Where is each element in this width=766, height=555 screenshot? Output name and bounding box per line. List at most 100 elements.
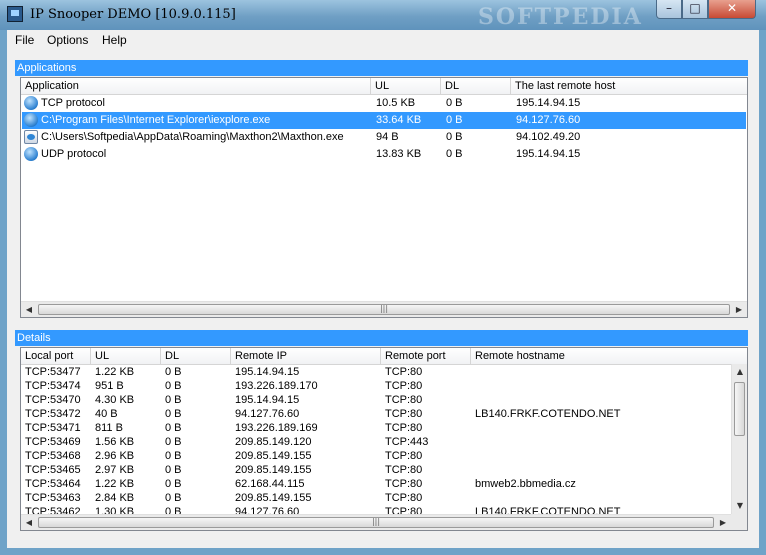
details-vertical-scrollbar[interactable]: ▲ ▼: [731, 364, 747, 514]
details-cell-remote-port: TCP:80: [385, 422, 423, 434]
details-cell-dl: 0 B: [165, 492, 182, 504]
column-local-port[interactable]: Local port: [21, 348, 91, 364]
application-row[interactable]: TCP protocol 10.5 KB 0 B 195.14.94.15: [22, 95, 746, 112]
details-cell-local-port: TCP:53471: [25, 422, 81, 434]
column-remote-hostname[interactable]: Remote hostname: [471, 348, 747, 364]
menu-file[interactable]: File: [15, 33, 34, 47]
details-row[interactable]: TCP:53477 1.22 KB 0 B 195.14.94.15 TCP:80: [22, 365, 730, 379]
globe-icon: [24, 147, 38, 161]
details-cell-remote-port: TCP:80: [385, 478, 423, 490]
details-cell-ul: 951 B: [95, 380, 124, 392]
application-cell-app: C:\Program Files\Internet Explorer\iexpl…: [41, 114, 271, 126]
details-row[interactable]: TCP:53471 811 B 0 B 193.226.189.169 TCP:80: [22, 421, 730, 435]
internet-explorer-icon: [24, 113, 38, 127]
application-row[interactable]: UDP protocol 13.83 KB 0 B 195.14.94.15: [22, 146, 746, 163]
app-icon[interactable]: [7, 6, 23, 22]
application-cell-dl: 0 B: [446, 114, 463, 126]
details-scroll-thumb[interactable]: |||: [38, 517, 714, 528]
details-cell-local-port: TCP:53477: [25, 366, 81, 378]
details-cell-dl: 0 B: [165, 366, 182, 378]
details-row[interactable]: TCP:53465 2.97 KB 0 B 209.85.149.155 TCP:80: [22, 463, 730, 477]
application-cell-dl: 0 B: [446, 131, 463, 143]
details-cell-ul: 4.30 KB: [95, 394, 135, 406]
column-dl[interactable]: DL: [161, 348, 231, 364]
details-list[interactable]: Local port UL DL Remote IP Remote port R…: [20, 347, 748, 531]
menu-options[interactable]: Options: [47, 33, 88, 47]
column-remote-port[interactable]: Remote port: [381, 348, 471, 364]
details-cell-dl: 0 B: [165, 394, 182, 406]
details-cell-remote-port: TCP:80: [385, 464, 423, 476]
column-ul[interactable]: UL: [91, 348, 161, 364]
details-cell-dl: 0 B: [165, 408, 182, 420]
details-cell-remote-port: TCP:80: [385, 408, 423, 420]
details-vscroll-thumb[interactable]: [734, 382, 745, 436]
details-horizontal-scrollbar[interactable]: ◀ ||| ▶: [21, 514, 731, 530]
details-cell-dl: 0 B: [165, 436, 182, 448]
details-cell-remote-ip: 209.85.149.155: [235, 450, 312, 462]
application-cell-ul: 13.83 KB: [376, 148, 422, 160]
details-cell-ul: 1.22 KB: [95, 366, 135, 378]
application-row[interactable]: C:\Users\Softpedia\AppData\Roaming\Maxth…: [22, 129, 746, 146]
details-cell-local-port: TCP:53472: [25, 408, 81, 420]
details-row[interactable]: TCP:53472 40 B 0 B 94.127.76.60 TCP:80 LB140.…: [22, 407, 730, 421]
applications-horizontal-scrollbar[interactable]: ◀ ||| ▶: [21, 301, 747, 317]
app-window: IP Snooper DEMO [10.9.0.115] SOFTPEDIA –…: [0, 0, 766, 555]
applications-list-header: Application UL DL The last remote host: [21, 78, 747, 95]
details-section-header: Details: [15, 330, 748, 346]
application-cell-app: C:\Users\Softpedia\AppData\Roaming\Maxth…: [41, 131, 344, 143]
client-area: File Options Help Applications Applicati…: [7, 30, 759, 548]
application-cell-app: TCP protocol: [41, 97, 105, 109]
applications-section-header: Applications: [15, 60, 748, 76]
application-row[interactable]: C:\Program Files\Internet Explorer\iexpl…: [22, 112, 746, 129]
details-cell-dl: 0 B: [165, 464, 182, 476]
minimize-button[interactable]: –: [656, 0, 682, 19]
menu-help[interactable]: Help: [102, 33, 127, 47]
column-application[interactable]: Application: [21, 78, 371, 94]
details-row[interactable]: TCP:53464 1.22 KB 0 B 62.168.44.115 TCP:80 bm…: [22, 477, 730, 491]
application-cell-host: 94.127.76.60: [516, 114, 581, 126]
details-row[interactable]: TCP:53474 951 B 0 B 193.226.189.170 TCP:80: [22, 379, 730, 393]
watermark: SOFTPEDIA: [478, 4, 643, 30]
close-button[interactable]: ✕: [708, 0, 756, 19]
application-cell-host: 94.102.49.20: [516, 131, 581, 143]
details-cell-remote-ip: 62.168.44.115: [235, 478, 305, 490]
scroll-right-icon[interactable]: ▶: [731, 302, 747, 317]
scroll-down-icon[interactable]: ▼: [732, 498, 747, 514]
scroll-up-icon[interactable]: ▲: [732, 364, 747, 380]
details-cell-remote-ip: 209.85.149.120: [235, 436, 312, 448]
applications-list[interactable]: Application UL DL The last remote host T…: [20, 77, 748, 318]
details-cell-remote-ip: 209.85.149.155: [235, 464, 312, 476]
details-cell-ul: 2.84 KB: [95, 492, 135, 504]
details-cell-remote-port: TCP:80: [385, 394, 423, 406]
details-cell-remote-hostname: LB140.FRKF.COTENDO.NET: [475, 408, 621, 420]
application-cell-app: UDP protocol: [41, 148, 107, 160]
application-cell-dl: 0 B: [446, 148, 463, 160]
menu-bar: File Options Help: [7, 30, 759, 50]
column-remote-ip[interactable]: Remote IP: [231, 348, 381, 364]
maximize-button[interactable]: □: [682, 0, 708, 19]
details-cell-dl: 0 B: [165, 478, 182, 490]
details-cell-local-port: TCP:53464: [25, 478, 81, 490]
details-cell-dl: 0 B: [165, 450, 182, 462]
scroll-left-icon[interactable]: ◀: [21, 515, 37, 530]
applications-scroll-thumb[interactable]: |||: [38, 304, 730, 315]
details-cell-ul: 2.97 KB: [95, 464, 135, 476]
column-last-remote-host[interactable]: The last remote host: [511, 78, 747, 94]
details-cell-local-port: TCP:53465: [25, 464, 81, 476]
scroll-right-icon[interactable]: ▶: [715, 515, 731, 530]
details-cell-remote-port: TCP:443: [385, 436, 429, 448]
details-row[interactable]: TCP:53470 4.30 KB 0 B 195.14.94.15 TCP:80: [22, 393, 730, 407]
column-dl[interactable]: DL: [441, 78, 511, 94]
details-row[interactable]: TCP:53468 2.96 KB 0 B 209.85.149.155 TCP:80: [22, 449, 730, 463]
scrollbar-corner: [731, 514, 747, 530]
details-list-header: Local port UL DL Remote IP Remote port R…: [21, 348, 747, 365]
details-cell-local-port: TCP:53468: [25, 450, 81, 462]
details-cell-ul: 2.96 KB: [95, 450, 135, 462]
title-bar[interactable]: IP Snooper DEMO [10.9.0.115] SOFTPEDIA –…: [0, 0, 766, 30]
details-row[interactable]: TCP:53469 1.56 KB 0 B 209.85.149.120 TCP:443: [22, 435, 730, 449]
scroll-left-icon[interactable]: ◀: [21, 302, 37, 317]
details-cell-remote-ip: 195.14.94.15: [235, 394, 300, 406]
column-ul[interactable]: UL: [371, 78, 441, 94]
details-row[interactable]: TCP:53463 2.84 KB 0 B 209.85.149.155 TCP:80: [22, 491, 730, 505]
maxthon-icon: [24, 130, 38, 144]
